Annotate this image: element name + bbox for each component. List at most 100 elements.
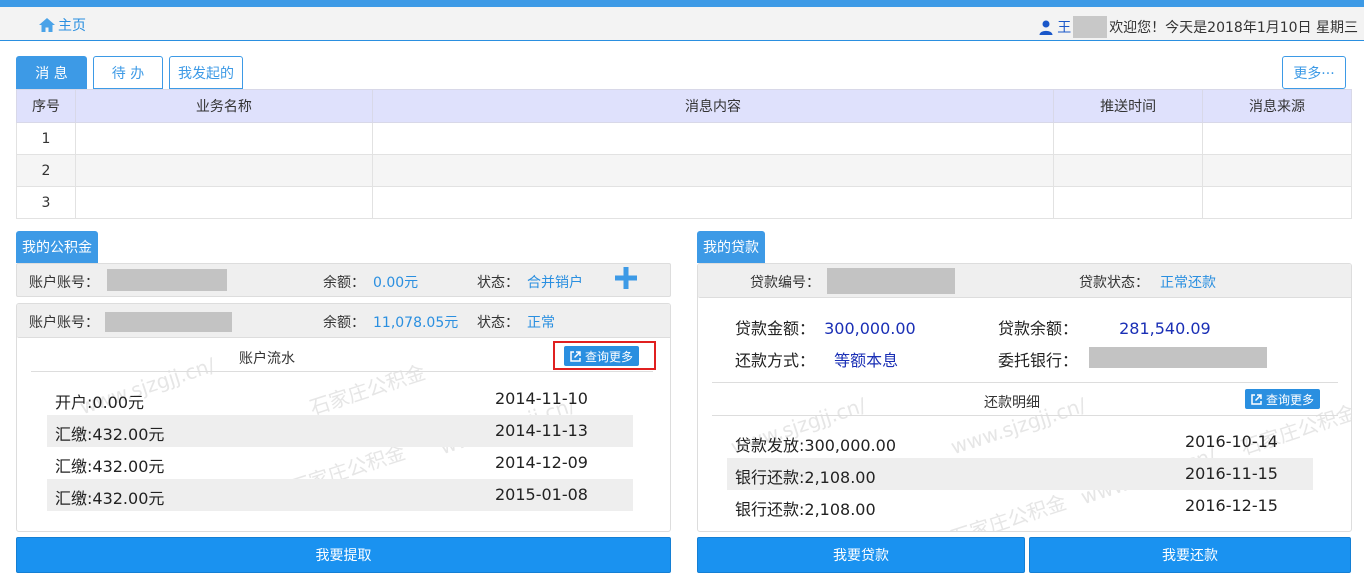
top-bar: 主页 王 欢迎您！今天是2018年1月10日 星期三 — [0, 7, 1364, 41]
balance-value: 11,078.05元 — [373, 315, 459, 331]
username-redacted — [1073, 16, 1108, 38]
repay-detail-title: 还款明细 — [984, 395, 1040, 411]
tab-messages-label: 消 息 — [35, 65, 68, 82]
table-cell — [371, 122, 1055, 155]
expand-plus-icon[interactable] — [615, 267, 637, 289]
col-push-time: 推送时间 — [1053, 89, 1204, 123]
table-cell: 2 — [16, 154, 76, 187]
account-number-redacted — [107, 269, 227, 291]
apply-loan-button[interactable]: 我要贷款 — [697, 537, 1025, 573]
user-icon — [1039, 20, 1053, 35]
loan-status-value: 正常还款 — [1160, 275, 1216, 291]
flow-description: 汇缴:432.00元 — [55, 489, 165, 508]
table-cell — [1202, 154, 1352, 187]
status-label: 状态： — [477, 275, 519, 291]
table-cell — [1202, 186, 1352, 219]
loan-amount: 贷款金额： 300,000.00 — [735, 315, 916, 339]
loan-panel-title: 我的贷款 — [697, 231, 765, 263]
flow-date: 2014-11-13 — [495, 421, 588, 440]
loan-card: www.sjzgjj.cn/ www.sjzgjj.cn/ www.sjzgjj… — [697, 263, 1352, 532]
message-tabs: 消 息 待 办 我发起的 — [16, 56, 243, 89]
list-item: 汇缴:432.00元 2015-01-08 — [47, 479, 633, 511]
fund-account-card: www.sjzgjj.cn/ 石家庄公积金 石家庄公积金 www.sjzgjj.… — [16, 303, 671, 532]
table-cell — [1053, 186, 1204, 219]
repay-description: 银行还款:2,108.00 — [735, 468, 876, 487]
table-cell — [1053, 122, 1204, 155]
welcome-text: 欢迎您！今天是2018年1月10日 星期三 — [1109, 20, 1358, 36]
tab-initiated[interactable]: 我发起的 — [169, 56, 243, 89]
loan-amount-label: 贷款金额： — [735, 319, 816, 338]
loan-balance-value: 281,540.09 — [1119, 319, 1211, 338]
list-item: 银行还款:2,108.00 2016-11-15 — [727, 458, 1313, 490]
list-item: 汇缴:432.00元 2014-12-09 — [47, 447, 633, 479]
tab-todo-label: 待 办 — [111, 65, 145, 82]
col-message-source: 消息来源 — [1202, 89, 1352, 123]
balance-label: 余额： — [323, 315, 365, 331]
more-button[interactable]: 更多··· — [1282, 56, 1346, 89]
repay-method: 还款方式： 等额本息 — [735, 347, 898, 371]
table-cell — [74, 154, 373, 187]
list-item: 汇缴:432.00元 2014-11-13 — [47, 415, 633, 447]
divider — [712, 415, 1338, 416]
loan-number-label: 贷款编号： — [750, 275, 820, 291]
query-more-label: 查询更多 — [1266, 392, 1315, 407]
account-number-redacted — [105, 312, 232, 332]
table-row[interactable]: 2 — [16, 154, 1352, 187]
table-cell — [371, 186, 1055, 219]
external-link-icon — [1251, 393, 1262, 405]
loan-balance: 贷款余额： 281,540.09 — [998, 315, 1211, 339]
repay-method-value: 等额本息 — [834, 351, 899, 370]
highlight-box — [553, 341, 656, 370]
repay-button[interactable]: 我要还款 — [1029, 537, 1351, 573]
list-item: 银行还款:2,108.00 2016-12-15 — [727, 490, 1313, 522]
account-number-label: 账户账号： — [29, 315, 99, 331]
table-cell — [371, 154, 1055, 187]
message-table: 序号 业务名称 消息内容 推送时间 消息来源 1 2 3 — [16, 89, 1352, 219]
table-header-row: 序号 业务名称 消息内容 推送时间 消息来源 — [16, 89, 1352, 123]
withdraw-button[interactable]: 我要提取 — [16, 537, 671, 573]
repay-date: 2016-10-14 — [1185, 432, 1278, 451]
repay-date: 2016-12-15 — [1185, 496, 1278, 515]
status-label: 状态： — [477, 315, 519, 331]
table-cell: 3 — [16, 186, 76, 219]
loan-query-more-button[interactable]: 查询更多 — [1245, 389, 1321, 409]
home-link[interactable]: 主页 — [38, 15, 86, 35]
table-cell — [1053, 154, 1204, 187]
repay-description: 贷款发放:300,000.00 — [735, 436, 897, 455]
status-value: 正常 — [527, 315, 555, 331]
flow-description: 开户:0.00元 — [55, 393, 145, 412]
tab-todo[interactable]: 待 办 — [93, 56, 163, 89]
fund-account-row-1: 账户账号： 余额： 0.00元 状态： 合并销户 — [16, 263, 671, 297]
loan-amount-value: 300,000.00 — [824, 319, 916, 338]
status-value: 合并销户 — [527, 275, 583, 291]
home-label: 主页 — [58, 18, 86, 34]
divider — [712, 382, 1338, 383]
fund-account-row-2: 账户账号： 余额： 11,078.05元 状态： 正常 — [17, 304, 670, 338]
loan-balance-label: 贷款余额： — [998, 319, 1079, 338]
list-item: 贷款发放:300,000.00 2016-10-14 — [727, 426, 1313, 458]
loan-number-redacted — [827, 268, 955, 294]
col-message-content: 消息内容 — [371, 89, 1055, 123]
balance-value: 0.00元 — [373, 275, 419, 291]
tab-initiated-label: 我发起的 — [178, 65, 234, 82]
username[interactable]: 王 — [1057, 17, 1071, 37]
home-icon — [39, 18, 55, 32]
table-row[interactable]: 1 — [16, 122, 1352, 155]
bank-redacted — [1089, 347, 1267, 368]
table-row[interactable]: 3 — [16, 186, 1352, 219]
tab-messages[interactable]: 消 息 — [16, 56, 87, 89]
flow-date: 2015-01-08 — [495, 485, 588, 504]
col-index: 序号 — [16, 89, 76, 123]
table-cell — [74, 122, 373, 155]
flow-date: 2014-12-09 — [495, 453, 588, 472]
flow-description: 汇缴:432.00元 — [55, 457, 165, 476]
account-number-label: 账户账号： — [29, 275, 99, 291]
table-cell — [74, 186, 373, 219]
repay-date: 2016-11-15 — [1185, 464, 1278, 483]
table-cell: 1 — [16, 122, 76, 155]
col-business-name: 业务名称 — [74, 89, 373, 123]
flow-description: 汇缴:432.00元 — [55, 425, 165, 444]
repay-method-label: 还款方式： — [735, 351, 816, 370]
balance-label: 余额： — [323, 275, 365, 291]
account-flow-title: 账户流水 — [239, 351, 295, 367]
